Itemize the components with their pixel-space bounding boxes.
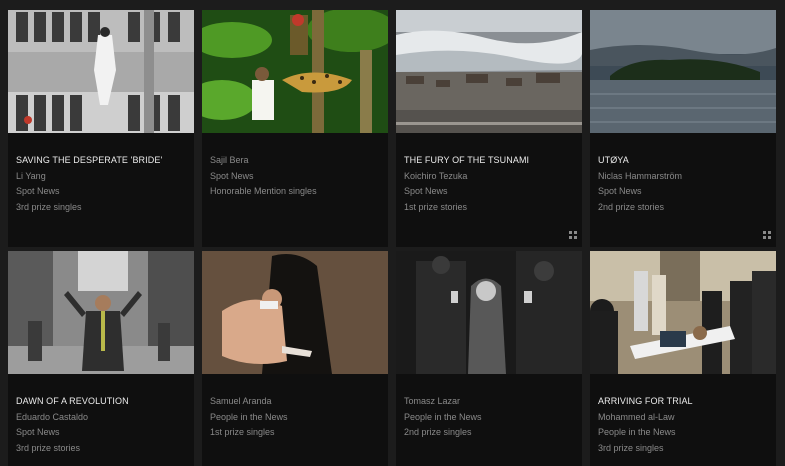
photographer-name: Li Yang bbox=[16, 170, 46, 181]
photographer-name: Mohammed al-Law bbox=[598, 411, 675, 422]
photo-info: UTØYA Niclas Hammarström Spot News 2nd p… bbox=[598, 153, 770, 215]
prize-label: 3rd prize stories bbox=[16, 442, 81, 453]
category-label: People in the News bbox=[210, 411, 288, 422]
photographer-name: Eduardo Castaldo bbox=[16, 411, 89, 422]
gallery-card[interactable]: Samuel Aranda People in the News 1st pri… bbox=[202, 251, 388, 466]
photo-title[interactable]: UTØYA bbox=[598, 153, 770, 169]
photo-info: THE FURY OF THE TSUNAMI Koichiro Tezuka … bbox=[404, 153, 576, 215]
photo-thumbnail[interactable] bbox=[396, 10, 582, 133]
photographer-name: Samuel Aranda bbox=[210, 396, 272, 406]
photo-thumbnail[interactable] bbox=[202, 10, 388, 133]
prize-label: 1st prize singles bbox=[210, 427, 275, 437]
photo-info: ARRIVING FOR TRIAL Mohammed al-Law Peopl… bbox=[598, 394, 770, 456]
category-label: People in the News bbox=[404, 411, 482, 422]
prize-label: 3rd prize singles bbox=[598, 442, 664, 453]
category-label: Spot News bbox=[598, 186, 642, 196]
photo-title[interactable]: DAWN OF A REVOLUTION bbox=[16, 394, 188, 410]
photo-thumbnail[interactable] bbox=[396, 251, 582, 374]
photo-thumbnail[interactable] bbox=[202, 251, 388, 374]
photo-thumbnail[interactable] bbox=[8, 10, 194, 133]
photographer-name: Niclas Hammarström bbox=[598, 170, 683, 181]
photo-info: Sajil Bera Spot News Honorable Mention s… bbox=[210, 153, 382, 200]
photo-info: DAWN OF A REVOLUTION Eduardo Castaldo Sp… bbox=[16, 394, 188, 456]
gallery-card[interactable]: Tomasz Lazar People in the News 2nd priz… bbox=[396, 251, 582, 466]
photo-thumbnail[interactable] bbox=[590, 251, 776, 374]
gallery-card[interactable]: UTØYA Niclas Hammarström Spot News 2nd p… bbox=[590, 10, 776, 247]
gallery-card[interactable]: SAVING THE DESPERATE 'BRIDE' Li Yang Spo… bbox=[8, 10, 194, 247]
gallery-card[interactable]: ARRIVING FOR TRIAL Mohammed al-Law Peopl… bbox=[590, 251, 776, 466]
photographer-name: Tomasz Lazar bbox=[404, 396, 461, 406]
photo-thumbnail[interactable] bbox=[8, 251, 194, 374]
prize-label: 1st prize stories bbox=[404, 201, 468, 212]
prize-label: 3rd prize singles bbox=[16, 201, 82, 212]
category-label: People in the News bbox=[598, 427, 676, 437]
photo-thumbnail[interactable] bbox=[590, 10, 776, 133]
category-label: Spot News bbox=[16, 186, 60, 196]
prize-label: 2nd prize stories bbox=[598, 201, 665, 212]
photo-info: Samuel Aranda People in the News 1st pri… bbox=[210, 394, 382, 441]
photo-title[interactable]: SAVING THE DESPERATE 'BRIDE' bbox=[16, 153, 188, 169]
gallery-card[interactable]: DAWN OF A REVOLUTION Eduardo Castaldo Sp… bbox=[8, 251, 194, 466]
gallery-card[interactable]: THE FURY OF THE TSUNAMI Koichiro Tezuka … bbox=[396, 10, 582, 247]
photo-info: Tomasz Lazar People in the News 2nd priz… bbox=[404, 394, 576, 441]
photo-gallery: SAVING THE DESPERATE 'BRIDE' Li Yang Spo… bbox=[0, 0, 785, 466]
prize-label: 2nd prize singles bbox=[404, 427, 472, 437]
photographer-name: Sajil Bera bbox=[210, 155, 249, 165]
gallery-card[interactable]: Sajil Bera Spot News Honorable Mention s… bbox=[202, 10, 388, 247]
photo-info: SAVING THE DESPERATE 'BRIDE' Li Yang Spo… bbox=[16, 153, 188, 215]
category-label: Spot News bbox=[16, 427, 60, 437]
photo-title[interactable]: ARRIVING FOR TRIAL bbox=[598, 394, 770, 410]
photographer-name: Koichiro Tezuka bbox=[404, 170, 468, 181]
photo-title[interactable]: THE FURY OF THE TSUNAMI bbox=[404, 153, 576, 169]
story-grid-icon[interactable] bbox=[569, 231, 577, 239]
category-label: Spot News bbox=[404, 186, 448, 196]
category-label: Spot News bbox=[210, 170, 254, 181]
story-grid-icon[interactable] bbox=[763, 231, 771, 239]
prize-label: Honorable Mention singles bbox=[210, 186, 317, 196]
